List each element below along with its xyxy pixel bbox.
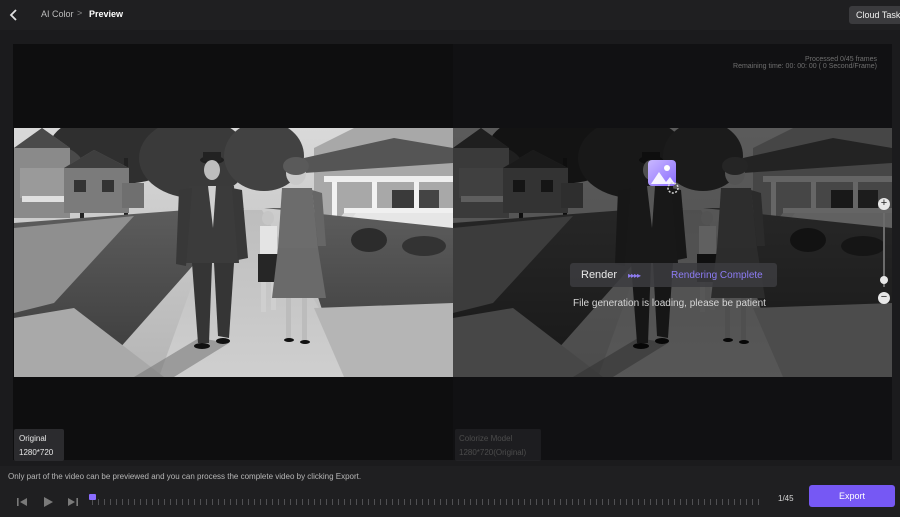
top-bar: AI Color > Preview Cloud Tasks	[0, 0, 900, 30]
render-progress-row: Render ▸▸▸▸ Rendering Complete	[570, 263, 777, 287]
breadcrumb-ai-color[interactable]: AI Color	[41, 9, 74, 19]
original-tag: Original 1280*720	[14, 429, 64, 461]
chevron-left-icon	[9, 9, 17, 21]
zoom-handle[interactable]	[880, 275, 888, 284]
play-icon	[44, 497, 53, 507]
processed-frames-text: Processed 0/45 frames	[805, 56, 877, 63]
frame-counter: 1/45	[778, 494, 794, 503]
step-back-icon	[17, 498, 27, 506]
timeline-ticks	[92, 499, 764, 505]
model-tag-title: Colorize Model	[459, 434, 513, 443]
back-button[interactable]	[6, 6, 22, 24]
preview-notice: Only part of the video can be previewed …	[8, 472, 362, 481]
image-loading-icon	[648, 160, 679, 194]
original-video-frame	[14, 128, 453, 377]
export-button[interactable]: Export	[809, 485, 895, 507]
cloud-tasks-button[interactable]: Cloud Tasks	[849, 6, 900, 24]
step-forward-button[interactable]	[66, 495, 80, 509]
rendering-status-text: Rendering Complete	[671, 270, 763, 281]
step-forward-icon	[68, 498, 78, 506]
play-button[interactable]	[41, 495, 55, 509]
breadcrumb-separator: >	[77, 8, 83, 18]
zoom-in-icon[interactable]: +	[878, 198, 890, 210]
zoom-slider[interactable]: + −	[877, 198, 891, 304]
original-tag-resolution: 1280*720	[19, 448, 54, 457]
preview-viewer: Processed 0/45 frames Remaining time: 00…	[13, 44, 892, 460]
remaining-time-text: Remaining time: 00: 00: 00 ( 0 Second/Fr…	[733, 63, 877, 70]
progress-arrows-icon: ▸▸▸▸	[628, 271, 641, 280]
timeline-playhead[interactable]	[89, 494, 96, 500]
processing-stats: Processed 0/45 frames Remaining time: 00…	[733, 56, 877, 70]
frame-timeline[interactable]	[89, 494, 764, 506]
playback-bar: Only part of the video can be previewed …	[0, 466, 900, 517]
model-tag-resolution: 1280*720(Original)	[459, 448, 527, 457]
breadcrumb-preview: Preview	[89, 9, 124, 19]
step-back-button[interactable]	[15, 495, 29, 509]
render-label: Render	[581, 269, 618, 281]
original-tag-title: Original	[19, 434, 47, 443]
loading-message: File generation is loading, please be pa…	[573, 298, 766, 309]
zoom-out-icon[interactable]: −	[878, 292, 890, 304]
model-tag: Colorize Model 1280*720(Original)	[455, 429, 541, 461]
